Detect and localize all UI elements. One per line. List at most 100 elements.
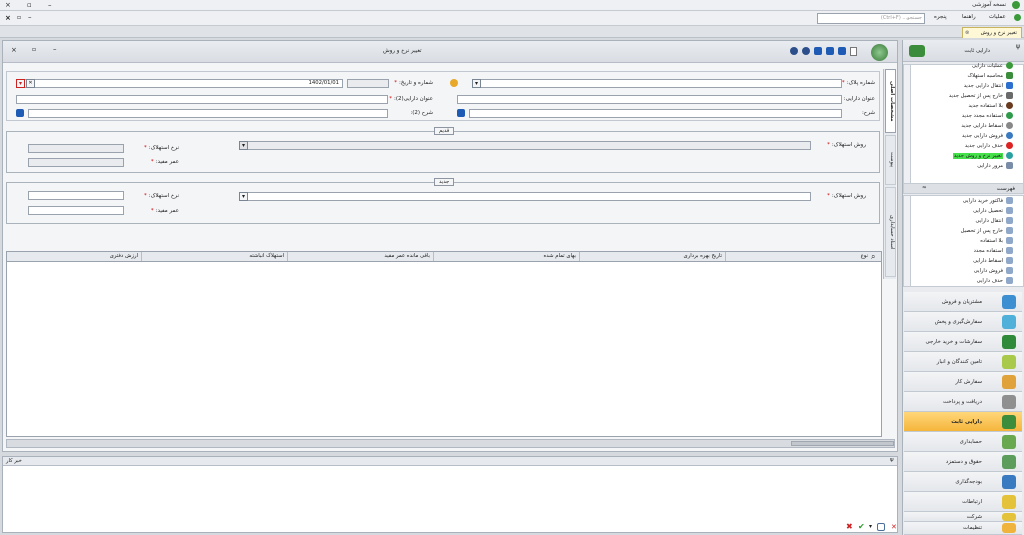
list-item[interactable]: تحصیل دارایی <box>973 207 1013 216</box>
maximize-window-button[interactable]: ▫ <box>27 1 32 9</box>
description2-save-icon[interactable] <box>16 109 24 117</box>
op-item[interactable]: خارج پس از تحصیل جدید <box>949 92 1013 101</box>
module-orders[interactable]: سفارش‌گیری و پخش <box>904 312 1022 332</box>
list-icon <box>1006 237 1013 244</box>
mdi-restore-icon[interactable]: ▫ <box>17 14 21 21</box>
search-input[interactable]: جستجو... (Ctrl+F) <box>817 13 925 24</box>
grid-view-icon[interactable] <box>877 523 885 531</box>
dropdown-icon[interactable]: ▾ <box>869 523 872 530</box>
grid-col-book-value[interactable]: ارزش دفتری <box>7 252 141 261</box>
operations-list: عملیات دارایی محاسبه استهلاک انتقال دارا… <box>903 62 1024 191</box>
doc-restore-button[interactable]: ▫ <box>32 46 36 53</box>
list-item[interactable]: بلا استفاده <box>980 237 1013 246</box>
fixed-assets-icon <box>1002 415 1016 429</box>
list-item[interactable]: انتقال دارایی <box>975 217 1013 226</box>
help-icon[interactable] <box>790 47 798 55</box>
footer-pin-icon[interactable]: ψ <box>890 457 894 463</box>
module-communications[interactable]: ارتباطات <box>904 492 1022 512</box>
op-item[interactable]: عملیات دارایی <box>972 62 1013 71</box>
list-item[interactable]: فروش دارایی <box>974 267 1013 276</box>
cancel-icon[interactable]: ✖ <box>846 522 853 531</box>
clear-date-button[interactable]: ✕ <box>26 79 35 88</box>
tab-close-icon[interactable]: ⊗ <box>965 28 969 38</box>
save-new-icon[interactable] <box>814 47 822 55</box>
op-item[interactable]: محاسبه استهلاک <box>967 72 1013 81</box>
module-purchase[interactable]: سفارشات و خرید خارجی <box>904 332 1022 352</box>
side-tab-attachments[interactable]: پیوست <box>885 135 896 185</box>
list-collapse-icon[interactable]: ≈ <box>922 185 927 191</box>
module-budgeting[interactable]: بودجه‌گذاری <box>904 472 1022 492</box>
side-tab-strip: مشخصات اصلی پیوست اسناد حسابداری <box>883 69 896 279</box>
list-item[interactable]: حذف دارایی <box>977 277 1013 286</box>
module-work-order[interactable]: سفارش کار <box>904 372 1022 392</box>
menu-window[interactable]: پنجره <box>934 14 947 20</box>
side-tab-main[interactable]: مشخصات اصلی <box>885 69 896 133</box>
lookup-icon[interactable] <box>450 79 458 87</box>
plaque-field[interactable] <box>472 79 842 88</box>
mdi-close-icon[interactable]: × <box>5 14 11 22</box>
module-fixed-assets[interactable]: دارایی ثابت <box>904 412 1022 432</box>
plaque-dropdown-button[interactable]: ▾ <box>472 79 481 88</box>
list-item[interactable]: اسقاط دارایی <box>973 257 1013 266</box>
doc-minimize-button[interactable]: – <box>53 45 57 53</box>
op-item-active[interactable]: تغییر نرخ و روش جدید <box>952 152 1013 161</box>
description2-field[interactable] <box>28 109 388 118</box>
date-field[interactable]: 1402/01/01 <box>16 79 343 88</box>
op-item[interactable]: حذف دارایی جدید <box>965 142 1013 151</box>
save-close-icon[interactable] <box>838 47 846 55</box>
lists-scrollbar[interactable] <box>904 196 911 286</box>
module-sales[interactable]: مشتریان و فروش <box>904 292 1022 312</box>
accounting-icon <box>1002 435 1016 449</box>
sidebar-pin-icon[interactable]: ψ <box>1016 43 1020 50</box>
module-settings[interactable]: تنظیمات <box>904 522 1022 535</box>
asset-title-field[interactable] <box>457 95 842 104</box>
op-item[interactable]: انتقال دارایی جدید <box>964 82 1013 91</box>
grid-col-remaining-life[interactable]: باقی مانده عمر مفید <box>287 252 433 261</box>
list-item[interactable]: فاکتور خرید دارایی <box>963 197 1013 206</box>
description-save-icon[interactable] <box>457 109 465 117</box>
module-payments[interactable]: دریافت و پرداخت <box>904 392 1022 412</box>
grid-search-icon[interactable]: ⌕ <box>871 252 875 261</box>
module-suppliers[interactable]: تامین کنندگان و انبار <box>904 352 1022 372</box>
grid-col-start-date[interactable]: تاریخ بهره برداری <box>579 252 725 261</box>
op-item[interactable]: مرور دارایی <box>977 162 1013 171</box>
op-item[interactable]: فروش دارایی جدید <box>962 132 1013 141</box>
new-life-field[interactable] <box>28 206 124 215</box>
close-window-button[interactable]: × <box>5 1 11 9</box>
op-item[interactable]: استفاده مجدد جدید <box>962 112 1013 121</box>
menu-operations[interactable]: عملیات <box>989 14 1006 20</box>
calendar-button[interactable]: ▾ <box>16 79 25 88</box>
new-method-dropdown[interactable]: ▾ <box>239 192 248 201</box>
horizontal-scrollbar[interactable] <box>6 439 895 448</box>
grid-col-type[interactable]: نوع <box>725 252 871 261</box>
description-field[interactable] <box>469 109 842 118</box>
mdi-minimize-icon[interactable]: – <box>28 13 32 21</box>
grid-col-cost[interactable]: بهای تمام شده <box>433 252 579 261</box>
document-tab[interactable]: تغییر نرخ و روش ⊗ <box>962 27 1022 38</box>
new-rate-field[interactable] <box>28 191 124 200</box>
op-item[interactable]: بلا استفاده جدید <box>968 102 1013 111</box>
asset-title-label: عنوان دارایی:* <box>839 96 875 102</box>
document-tab-label: تغییر نرخ و روش <box>980 30 1017 36</box>
module-payroll[interactable]: حقوق و دستمزد <box>904 452 1022 472</box>
clear-icon[interactable]: ✕ <box>891 523 897 531</box>
info-icon[interactable] <box>802 47 810 55</box>
list-item[interactable]: استفاده مجدد <box>974 247 1013 256</box>
minimize-window-button[interactable]: – <box>48 1 52 9</box>
list-item[interactable]: خارج پس از تحصیل <box>961 227 1013 236</box>
op-item[interactable]: اسقاط دارایی جدید <box>961 122 1013 131</box>
module-accounting[interactable]: حسابداری <box>904 432 1022 452</box>
operations-scrollbar[interactable] <box>904 65 911 191</box>
doc-close-button[interactable]: × <box>11 46 17 54</box>
menu-help[interactable]: راهنما <box>962 14 976 20</box>
new-method-field[interactable] <box>239 192 811 201</box>
new-document-icon[interactable] <box>850 47 857 56</box>
check-icon[interactable]: ✔ <box>858 522 865 531</box>
module-company[interactable]: شرکت <box>904 512 1022 522</box>
side-tab-accounting[interactable]: اسناد حسابداری <box>885 187 896 277</box>
grid-col-accum-dep[interactable]: استهلاک انباشته <box>141 252 287 261</box>
asset-title2-field[interactable] <box>16 95 388 104</box>
assets-grid[interactable]: نوع ⌕ تاریخ بهره برداری بهای تمام شده با… <box>6 251 882 437</box>
horizontal-scroll-thumb[interactable] <box>791 441 894 446</box>
save-icon[interactable] <box>826 47 834 55</box>
